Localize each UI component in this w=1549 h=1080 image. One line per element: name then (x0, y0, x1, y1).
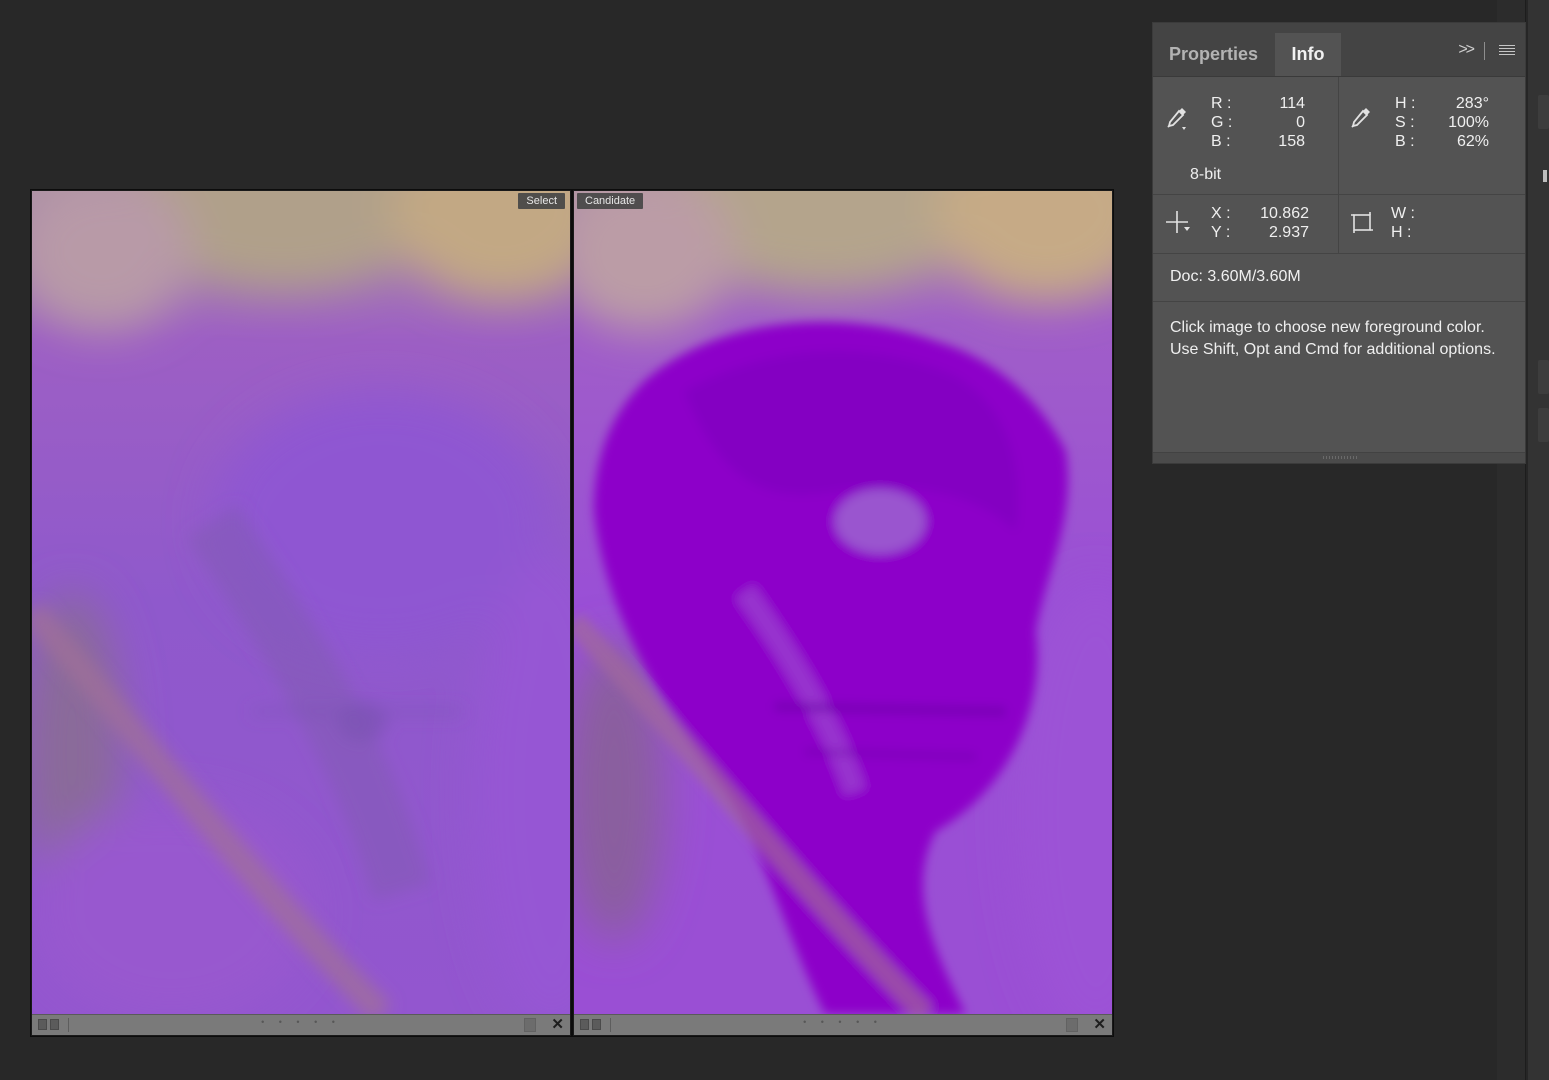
dock-tab[interactable] (1538, 408, 1549, 442)
position-readout: X : 10.862 Y : 2.937 (1211, 204, 1309, 242)
size-h-value (1425, 223, 1485, 242)
star-rating[interactable]: • • • • • (261, 1017, 341, 1027)
flag-icon[interactable] (38, 1019, 47, 1030)
w-label: W : (1391, 205, 1415, 222)
g-label: G : (1211, 114, 1233, 131)
expand-chevron-icon[interactable]: >> (1458, 41, 1475, 59)
panel-resize-grip[interactable] (1153, 452, 1525, 463)
reject-flag-icon[interactable] (50, 1019, 59, 1030)
toolbar-divider (610, 1018, 611, 1032)
candidate-photo[interactable] (574, 191, 1112, 1014)
select-photo-image (32, 191, 570, 1014)
s-label: S : (1395, 114, 1415, 131)
coordinates-section: X : 10.862 Y : 2.937 W : H : (1153, 194, 1525, 254)
color-readout-section: R : 114 G : 0 B : 158 8-bit H : 283° S : 100%… (1153, 77, 1525, 195)
tabbar-divider (1484, 42, 1485, 60)
tab-properties[interactable]: Properties (1169, 33, 1258, 76)
b-value: 158 (1278, 133, 1305, 150)
select-photo[interactable] (32, 191, 570, 1014)
select-pane-toolbar: • • • • • ✕ (32, 1014, 570, 1035)
candidate-label: Candidate (577, 193, 644, 209)
hsb-b-value: 62% (1456, 133, 1489, 150)
h-value: 283° (1455, 95, 1489, 112)
g-value: 0 (1296, 114, 1305, 131)
dock-grip[interactable] (1543, 170, 1547, 182)
candidate-photo-image (574, 191, 1112, 1014)
selection-size-icon (1351, 212, 1373, 233)
toolbar-divider (68, 1018, 69, 1032)
x-label: X : (1211, 205, 1231, 222)
hsb-readout: H : 283° S : 100% B : 62% (1395, 94, 1489, 151)
color-label-swatch[interactable] (1066, 1018, 1078, 1032)
panel-tabbar: Properties Info >> (1153, 23, 1525, 77)
flag-controls (38, 1019, 59, 1030)
x-value: 10.862 (1260, 205, 1309, 222)
flag-icon[interactable] (580, 1019, 589, 1030)
y-value: 2.937 (1268, 224, 1309, 241)
dock-tab[interactable] (1538, 360, 1549, 394)
dock-tab[interactable] (1538, 95, 1549, 129)
compare-pane-candidate[interactable]: Candidate • • • • • ✕ (572, 189, 1114, 1037)
r-value: 114 (1279, 95, 1305, 112)
close-icon[interactable]: ✕ (1093, 1016, 1106, 1034)
panel-menu-icon[interactable] (1499, 45, 1515, 57)
section-divider (1338, 194, 1339, 253)
size-h-label: H : (1391, 224, 1412, 241)
flag-controls (580, 1019, 601, 1030)
reject-flag-icon[interactable] (592, 1019, 601, 1030)
s-value: 100% (1448, 114, 1489, 131)
section-divider (1338, 77, 1339, 194)
h-label: H : (1395, 95, 1416, 112)
status-hint: Click image to choose new foreground col… (1170, 319, 1496, 358)
candidate-pane-toolbar: • • • • • ✕ (574, 1014, 1112, 1035)
close-icon[interactable]: ✕ (551, 1016, 564, 1034)
document-size-section: Doc: 3.60M/3.60M (1153, 253, 1525, 302)
color-label-swatch[interactable] (524, 1018, 536, 1032)
dock-column-secondary (1528, 0, 1549, 1080)
info-panel: Properties Info >> R : 114 G : 0 B : 158 8-… (1152, 22, 1526, 464)
select-label: Select (518, 193, 565, 209)
bit-depth: 8-bit (1190, 166, 1222, 183)
star-rating[interactable]: • • • • • (803, 1017, 883, 1027)
w-value (1425, 204, 1485, 223)
hsb-b-label: B : (1395, 133, 1415, 150)
rgb-readout: R : 114 G : 0 B : 158 (1211, 94, 1305, 151)
tab-info[interactable]: Info (1275, 33, 1341, 76)
b-label: B : (1211, 133, 1231, 150)
eyedropper-icon[interactable] (1349, 105, 1375, 133)
r-label: R : (1211, 95, 1232, 112)
eyedropper-icon[interactable] (1165, 105, 1191, 133)
compare-pane-select[interactable]: Select • • • • • ✕ (30, 189, 572, 1037)
size-readout: W : H : (1391, 204, 1485, 242)
y-label: Y : (1211, 224, 1231, 241)
crosshair-icon (1166, 211, 1190, 233)
doc-size: Doc: 3.60M/3.60M (1170, 268, 1301, 285)
